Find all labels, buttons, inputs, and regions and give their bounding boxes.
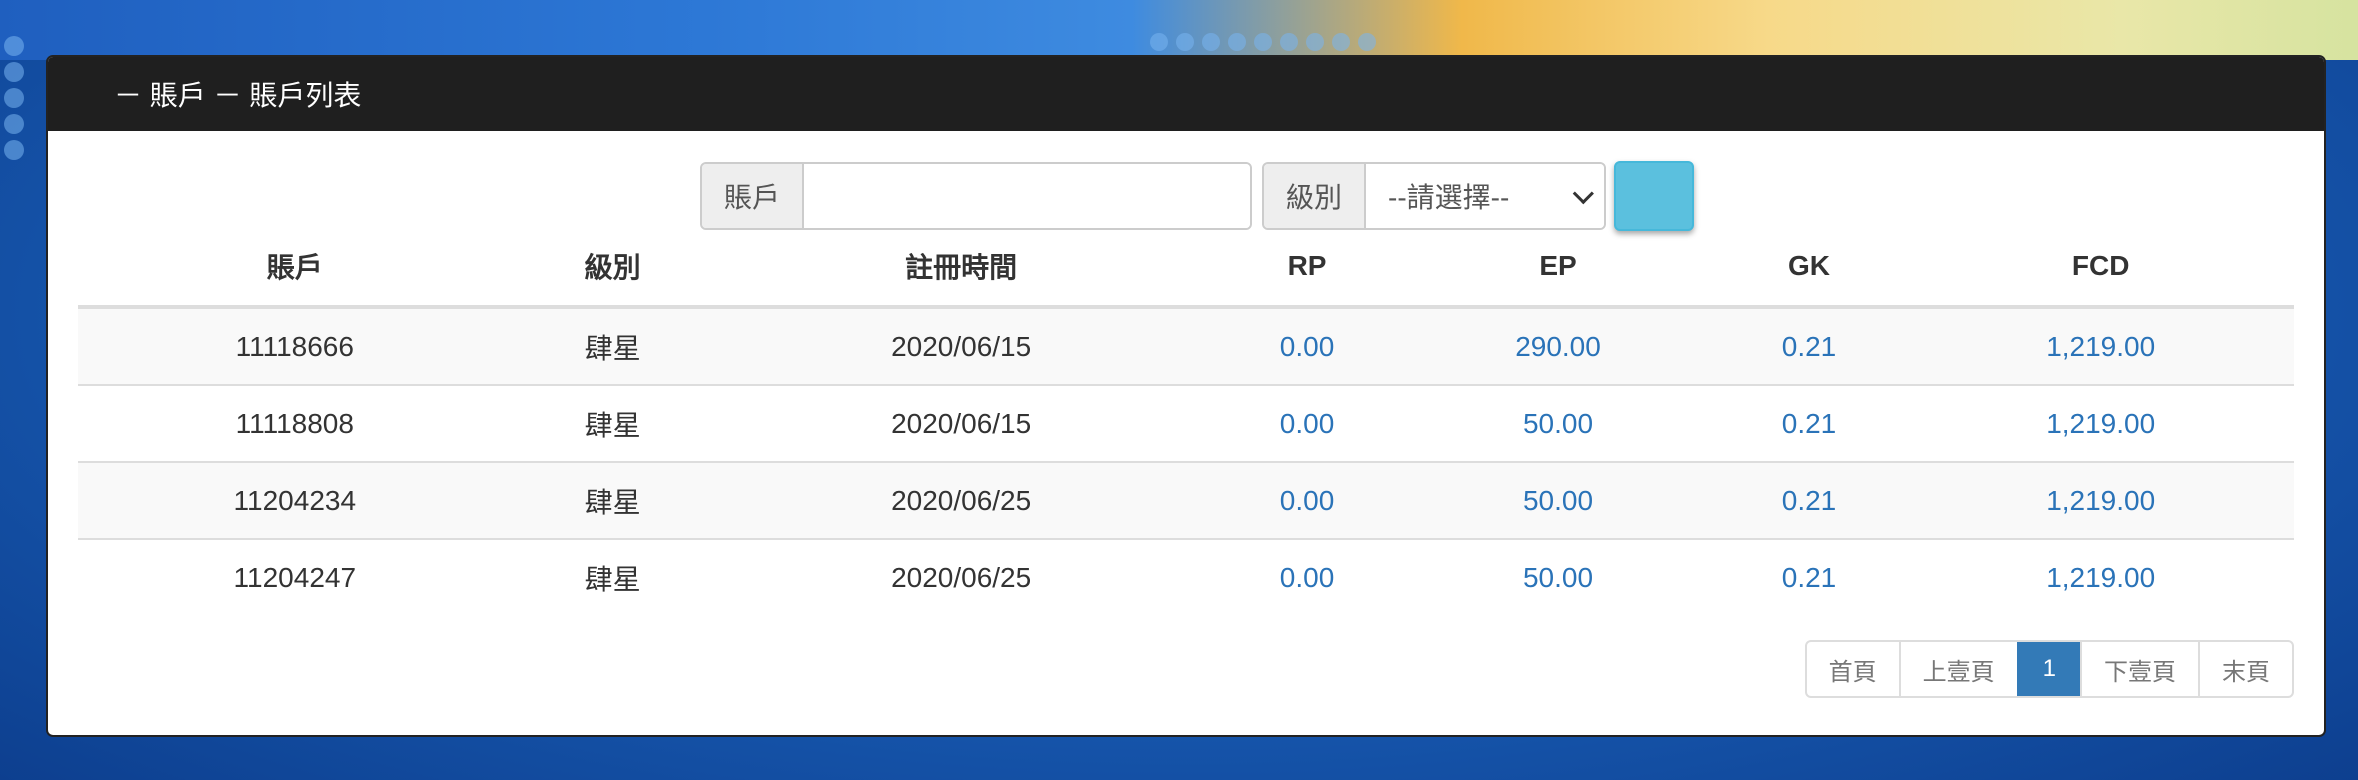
- decorative-dots-top: [1150, 33, 1376, 51]
- page-current-button[interactable]: 1: [2016, 642, 2080, 696]
- cell-registered: 2020/06/25: [713, 538, 1209, 615]
- cell-fcd-link[interactable]: 1,219.00: [1907, 538, 2294, 615]
- cell-level: 肆星: [511, 538, 714, 615]
- page-first-button[interactable]: 首頁: [1807, 642, 1899, 696]
- cell-ep-link[interactable]: 50.00: [1405, 384, 1711, 462]
- cell-gk-link[interactable]: 0.21: [1710, 306, 1908, 385]
- cell-ep-link[interactable]: 50.00: [1405, 538, 1711, 615]
- chevron-down-icon: [1572, 182, 1594, 204]
- account-label: 賬戶: [702, 164, 805, 228]
- cell-gk-link[interactable]: 0.21: [1710, 384, 1908, 462]
- level-label: 級別: [1264, 164, 1367, 228]
- level-input-group: 級別 --請選擇--: [1262, 162, 1607, 230]
- cell-account: 11204247: [78, 538, 512, 615]
- level-select-value: --請選擇--: [1388, 182, 1510, 213]
- account-input-group: 賬戶: [700, 162, 1253, 230]
- page-title: － 賬戶 － 賬戶列表: [114, 80, 362, 111]
- page-prev-button[interactable]: 上壹頁: [1898, 642, 2017, 696]
- table-header-row: 賬戶 級別 註冊時間 RP EP GK FCD: [78, 227, 2294, 309]
- cell-registered: 2020/06/25: [713, 461, 1209, 539]
- account-table: 賬戶 級別 註冊時間 RP EP GK FCD 11118666 肆星 2020…: [78, 227, 2294, 615]
- account-table-wrapper: 賬戶 級別 註冊時間 RP EP GK FCD 11118666 肆星 2020…: [78, 227, 2294, 615]
- cell-account: 11118808: [78, 384, 512, 462]
- background-banner: [0, 0, 2358, 60]
- cell-rp-link[interactable]: 0.00: [1208, 384, 1406, 462]
- column-header-gk: GK: [1710, 227, 1908, 309]
- column-header-account: 賬戶: [78, 227, 512, 309]
- cell-registered: 2020/06/15: [713, 306, 1209, 385]
- cell-rp-link[interactable]: 0.00: [1208, 538, 1406, 615]
- cell-level: 肆星: [511, 384, 714, 462]
- cell-fcd-link[interactable]: 1,219.00: [1907, 306, 2294, 385]
- table-row: 11204234 肆星 2020/06/25 0.00 50.00 0.21 1…: [78, 461, 2294, 539]
- cell-registered: 2020/06/15: [713, 384, 1209, 462]
- column-header-level: 級別: [511, 227, 714, 309]
- cell-gk-link[interactable]: 0.21: [1710, 461, 1908, 539]
- decorative-dots-left: [4, 30, 34, 190]
- page-last-button[interactable]: 末頁: [2198, 642, 2292, 696]
- cell-account: 11118666: [78, 306, 512, 385]
- table-row: 11118808 肆星 2020/06/15 0.00 50.00 0.21 1…: [78, 384, 2294, 462]
- cell-ep-link[interactable]: 50.00: [1405, 461, 1711, 539]
- column-header-ep: EP: [1405, 227, 1711, 309]
- cell-fcd-link[interactable]: 1,219.00: [1907, 461, 2294, 539]
- account-search-input[interactable]: [804, 164, 1251, 228]
- cell-gk-link[interactable]: 0.21: [1710, 538, 1908, 615]
- page-next-button[interactable]: 下壹頁: [2080, 642, 2198, 696]
- search-bar: 賬戶 級別 --請選擇--: [700, 161, 1695, 231]
- cell-rp-link[interactable]: 0.00: [1208, 306, 1406, 385]
- panel-header: － 賬戶 － 賬戶列表: [48, 57, 2324, 131]
- search-button[interactable]: [1614, 161, 1695, 231]
- cell-rp-link[interactable]: 0.00: [1208, 461, 1406, 539]
- table-row: 11118666 肆星 2020/06/15 0.00 290.00 0.21 …: [78, 306, 2294, 385]
- column-header-registered: 註冊時間: [713, 227, 1209, 309]
- cell-ep-link[interactable]: 290.00: [1405, 306, 1711, 385]
- cell-account: 11204234: [78, 461, 512, 539]
- column-header-rp: RP: [1208, 227, 1406, 309]
- column-header-fcd: FCD: [1907, 227, 2294, 309]
- cell-level: 肆星: [511, 306, 714, 385]
- table-row: 11204247 肆星 2020/06/25 0.00 50.00 0.21 1…: [78, 538, 2294, 615]
- level-select[interactable]: --請選擇--: [1366, 164, 1605, 228]
- cell-fcd-link[interactable]: 1,219.00: [1907, 384, 2294, 462]
- cell-level: 肆星: [511, 461, 714, 539]
- account-list-panel: － 賬戶 － 賬戶列表 賬戶 級別 --請選擇-- 賬戶 級別 註冊時間 RP: [46, 55, 2326, 737]
- pagination: 首頁 上壹頁 1 下壹頁 末頁: [1804, 640, 2294, 698]
